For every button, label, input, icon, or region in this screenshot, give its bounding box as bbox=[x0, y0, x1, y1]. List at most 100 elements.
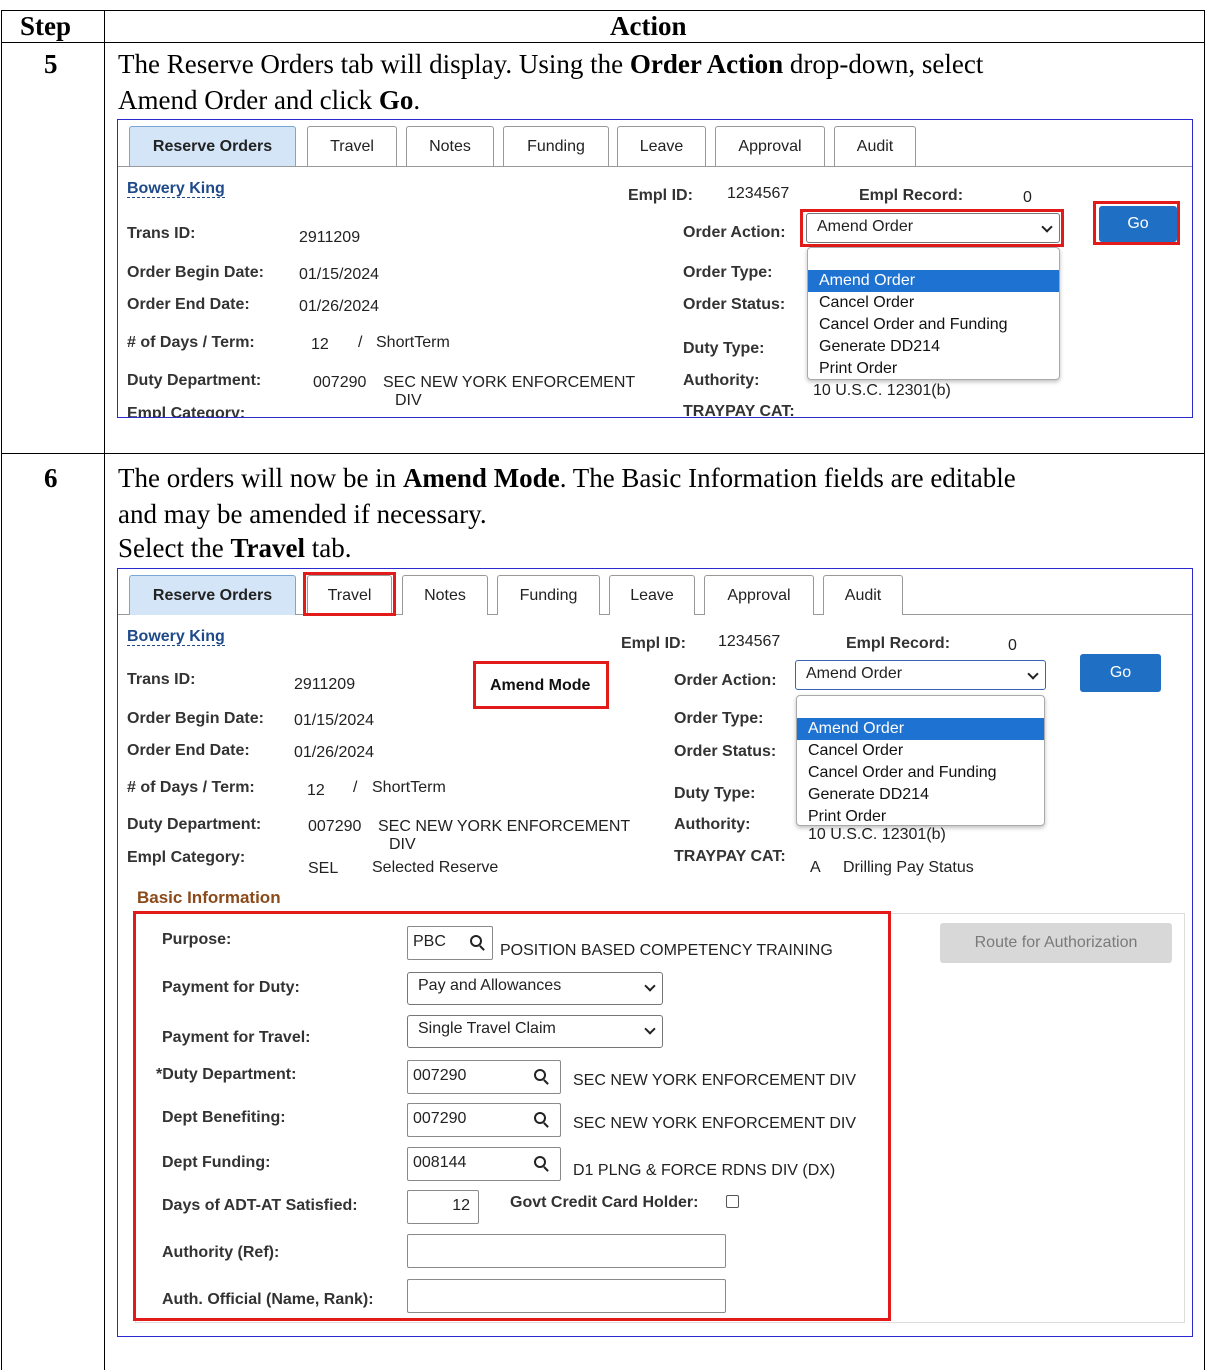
empl-category-label: Empl Category: bbox=[127, 405, 246, 418]
authority-label: Authority: bbox=[674, 816, 751, 833]
govt-credit-card-label: Govt Credit Card Holder: bbox=[510, 1194, 699, 1211]
dropdown-option[interactable]: Generate DD214 bbox=[797, 784, 1044, 806]
empl-id-value: 1234567 bbox=[718, 633, 781, 650]
dropdown-option[interactable]: Cancel Order and Funding bbox=[797, 762, 1044, 784]
dropdown-option[interactable]: Print Order bbox=[797, 806, 1044, 828]
tab-travel[interactable]: Travel bbox=[307, 126, 397, 166]
tab-leave[interactable]: Leave bbox=[609, 575, 695, 615]
payment-for-travel-select[interactable]: Single Travel Claim bbox=[407, 1015, 663, 1048]
auth-official-label: Auth. Official (Name, Rank): bbox=[162, 1291, 374, 1308]
empl-record-value: 0 bbox=[1008, 637, 1017, 654]
dropdown-option[interactable]: Amend Order bbox=[797, 718, 1044, 740]
empl-category-label: Empl Category: bbox=[127, 849, 246, 866]
tab-approval[interactable]: Approval bbox=[715, 126, 825, 166]
highlight-travel-tab bbox=[303, 572, 396, 616]
empl-id-label: Empl ID: bbox=[621, 635, 686, 652]
highlight-order-action bbox=[800, 209, 1064, 247]
dept-benefiting-field[interactable]: 007290 bbox=[407, 1103, 561, 1137]
duty-department-description: SEC NEW YORK ENFORCEMENT DIV bbox=[573, 1072, 856, 1089]
trans-id-value: 2911209 bbox=[299, 229, 361, 246]
tab-leave[interactable]: Leave bbox=[617, 126, 706, 166]
order-status-label: Order Status: bbox=[674, 743, 777, 760]
employee-name[interactable]: Bowery King bbox=[127, 627, 225, 646]
authority-ref-label: Authority (Ref): bbox=[162, 1244, 280, 1261]
order-action-select[interactable]: Amend Order bbox=[795, 660, 1046, 690]
duty-department-label: Duty Department: bbox=[127, 816, 262, 833]
search-icon[interactable] bbox=[534, 1156, 546, 1168]
trans-id-label: Trans ID: bbox=[127, 225, 196, 242]
begin-date-value: 01/15/2024 bbox=[294, 712, 375, 729]
payment-for-duty-label: Payment for Duty: bbox=[162, 979, 300, 996]
dept-funding-description: D1 PLNG & FORCE RDNS DIV (DX) bbox=[573, 1162, 836, 1179]
days-slash: / bbox=[353, 779, 358, 796]
end-date-value: 01/26/2024 bbox=[299, 298, 380, 315]
duty-department-name-cont: DIV bbox=[389, 836, 416, 853]
empl-record-label: Empl Record: bbox=[859, 187, 964, 204]
tab-approval[interactable]: Approval bbox=[704, 575, 814, 615]
go-button[interactable]: Go bbox=[1080, 654, 1161, 692]
tab-reserve-orders[interactable]: Reserve Orders bbox=[129, 126, 296, 166]
dropdown-option[interactable]: Cancel Order bbox=[808, 292, 1059, 314]
tab-funding[interactable]: Funding bbox=[503, 126, 609, 166]
step-number: 6 bbox=[44, 463, 58, 493]
duty-department-field-label: *Duty Department: bbox=[156, 1066, 297, 1083]
dropdown-option[interactable]: Cancel Order and Funding bbox=[808, 314, 1059, 336]
order-action-label: Order Action: bbox=[683, 224, 786, 241]
dept-funding-label: Dept Funding: bbox=[162, 1154, 271, 1171]
tab-audit[interactable]: Audit bbox=[823, 575, 903, 615]
end-date-label: Order End Date: bbox=[127, 742, 250, 759]
authority-ref-field[interactable] bbox=[407, 1234, 726, 1268]
end-date-value: 01/26/2024 bbox=[294, 744, 375, 761]
dept-funding-field[interactable]: 008144 bbox=[407, 1147, 561, 1181]
duty-department-field[interactable]: 007290 bbox=[407, 1060, 561, 1094]
duty-department-name: SEC NEW YORK ENFORCEMENT bbox=[383, 374, 636, 391]
chevron-down-icon bbox=[1027, 668, 1039, 680]
search-icon[interactable] bbox=[534, 1112, 546, 1124]
term-value: ShortTerm bbox=[376, 334, 450, 351]
duty-type-label: Duty Type: bbox=[674, 785, 756, 802]
search-icon[interactable] bbox=[534, 1069, 546, 1081]
employee-name[interactable]: Bowery King bbox=[127, 179, 225, 198]
tab-funding[interactable]: Funding bbox=[497, 575, 600, 615]
days-term-label: # of Days / Term: bbox=[127, 779, 255, 796]
tab-notes[interactable]: Notes bbox=[402, 575, 488, 615]
term-value: ShortTerm bbox=[372, 779, 446, 796]
header-step: Step bbox=[20, 11, 72, 41]
empl-record-value: 0 bbox=[1023, 189, 1032, 206]
step-text-line: The Reserve Orders tab will display. Usi… bbox=[118, 49, 984, 79]
dept-benefiting-description: SEC NEW YORK ENFORCEMENT DIV bbox=[573, 1115, 856, 1132]
end-date-label: Order End Date: bbox=[127, 296, 250, 313]
dropdown-option[interactable]: Amend Order bbox=[808, 270, 1059, 292]
tab-audit[interactable]: Audit bbox=[834, 126, 916, 166]
empl-category-code: SEL bbox=[308, 860, 339, 877]
highlight-amend-mode bbox=[473, 661, 609, 709]
payment-for-duty-select[interactable]: Pay and Allowances bbox=[407, 972, 663, 1005]
tab-notes[interactable]: Notes bbox=[406, 126, 494, 166]
order-action-dropdown[interactable]: Amend Order Cancel Order Cancel Order an… bbox=[807, 247, 1060, 380]
chevron-down-icon bbox=[644, 980, 656, 992]
screenshot-step5: Reserve Orders Travel Notes Funding Leav… bbox=[117, 119, 1193, 418]
search-icon[interactable] bbox=[470, 935, 482, 947]
days-slash: / bbox=[358, 334, 363, 351]
duty-department-code: 007290 bbox=[308, 818, 362, 835]
order-status-label: Order Status: bbox=[683, 296, 786, 313]
govt-credit-card-checkbox[interactable] bbox=[726, 1195, 739, 1208]
tab-reserve-orders[interactable]: Reserve Orders bbox=[129, 575, 296, 615]
order-action-dropdown[interactable]: Amend Order Cancel Order Cancel Order an… bbox=[796, 695, 1045, 826]
empl-record-label: Empl Record: bbox=[846, 635, 951, 652]
authority-label: Authority: bbox=[683, 372, 760, 389]
dropdown-option[interactable]: Print Order bbox=[808, 358, 1059, 380]
order-type-label: Order Type: bbox=[674, 710, 764, 727]
auth-official-field[interactable] bbox=[407, 1279, 726, 1313]
step-text-line: The orders will now be in Amend Mode. Th… bbox=[118, 463, 1016, 493]
step-text-line: and may be amended if necessary. bbox=[118, 499, 487, 529]
days-term-label: # of Days / Term: bbox=[127, 334, 255, 351]
dropdown-option[interactable]: Generate DD214 bbox=[808, 336, 1059, 358]
dropdown-option[interactable]: Cancel Order bbox=[797, 740, 1044, 762]
step-number: 5 bbox=[44, 49, 58, 79]
dept-benefiting-label: Dept Benefiting: bbox=[162, 1109, 286, 1126]
screenshot-step6: Reserve Orders Travel Notes Funding Leav… bbox=[117, 568, 1193, 1337]
purpose-field[interactable]: PBC bbox=[407, 926, 493, 960]
route-for-authorization-button[interactable]: Route for Authorization bbox=[940, 923, 1172, 963]
days-adt-at-field[interactable]: 12 bbox=[407, 1190, 479, 1224]
